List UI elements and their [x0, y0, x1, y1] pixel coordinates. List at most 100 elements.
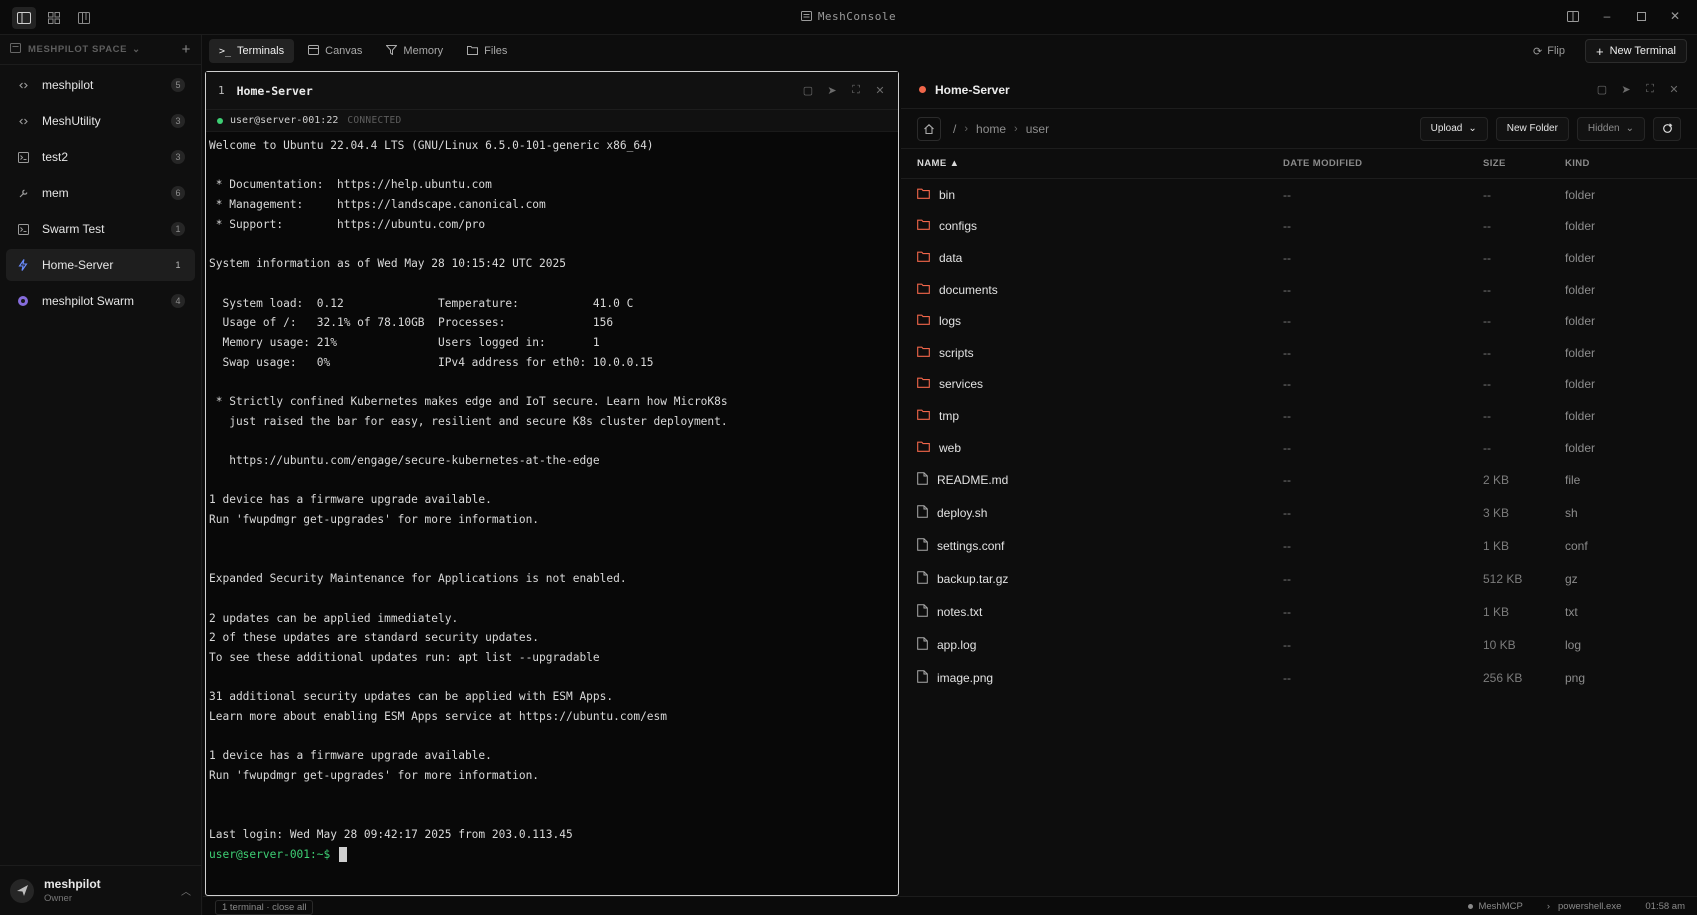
breadcrumb-item[interactable]: home — [976, 122, 1006, 136]
folder-icon — [917, 188, 930, 202]
tab-files[interactable]: Files — [457, 39, 517, 63]
table-row[interactable]: notes.txt -- 1 KB txt — [901, 595, 1697, 628]
tab-terminals[interactable]: >_ Terminals — [209, 39, 295, 63]
send-icon — [16, 885, 28, 896]
terminal-output[interactable]: Welcome to Ubuntu 22.04.4 LTS (GNU/Linux… — [206, 132, 898, 868]
file-name: logs — [939, 314, 962, 329]
file-name: image.png — [937, 670, 994, 685]
terminal-line: Swap usage: 0% IPv4 address for eth0: 10… — [209, 355, 654, 369]
close-icon[interactable]: ✕ — [1668, 83, 1680, 96]
file-size: -- — [1483, 314, 1491, 329]
file-name: README.md — [937, 472, 1009, 487]
close-window-icon[interactable]: ✕ — [1667, 8, 1683, 24]
title-bar: MeshConsole – ✕ — [0, 0, 1697, 35]
file-date: -- — [1283, 571, 1291, 586]
refresh-button[interactable] — [1653, 116, 1681, 141]
hidden-label: Hidden — [1587, 123, 1620, 134]
file-icon — [917, 538, 928, 554]
table-row[interactable]: configs -- -- folder — [901, 211, 1697, 243]
sidebar-item-mem[interactable]: mem 6 — [6, 177, 195, 209]
tab-memory[interactable]: Memory — [376, 39, 453, 63]
file-toolbar: / › home › user Upload ⌄ New Folder Hidden ⌄ — [901, 109, 1697, 149]
text-cursor — [339, 847, 347, 863]
home-button[interactable] — [917, 116, 941, 141]
file-kind: log — [1565, 637, 1582, 652]
folder-icon — [917, 219, 930, 233]
sidebar-item-meshpilot-swarm[interactable]: meshpilot Swarm 4 — [6, 285, 195, 317]
minimize-icon[interactable]: – — [1599, 8, 1615, 24]
file-kind: sh — [1565, 505, 1578, 520]
table-row[interactable]: tmp -- -- folder — [901, 400, 1697, 432]
file-date: -- — [1283, 472, 1291, 487]
table-row[interactable]: documents -- -- folder — [901, 274, 1697, 306]
table-row[interactable]: app.log -- 10 KB log — [901, 628, 1697, 661]
table-row[interactable]: data -- -- folder — [901, 242, 1697, 274]
table-row[interactable]: settings.conf -- 1 KB conf — [901, 529, 1697, 562]
new-folder-button[interactable]: New Folder — [1495, 116, 1569, 141]
count-badge: 1 — [175, 260, 181, 270]
sidebar-item-meshpilot[interactable]: meshpilot 5 — [6, 69, 195, 101]
split-view-icon[interactable] — [1565, 8, 1581, 24]
upload-button[interactable]: Upload ⌄ — [1419, 116, 1488, 141]
space-label: MESHPILOT SPACE — [28, 44, 128, 55]
file-kind: folder — [1565, 314, 1596, 329]
kind-column-header[interactable]: KIND — [1565, 158, 1665, 169]
send-icon[interactable]: ➤ — [826, 84, 838, 97]
expand-icon[interactable]: ⛶ — [850, 84, 862, 97]
expand-icon[interactable]: ⛶ — [1644, 83, 1656, 96]
tab-canvas[interactable]: Canvas — [298, 39, 372, 63]
terminal-prompt-line[interactable]: user@server-001:~$ — [209, 845, 895, 865]
table-row[interactable]: logs -- -- folder — [901, 305, 1697, 337]
sidebar-item-home-server[interactable]: Home-Server 1 — [6, 249, 195, 281]
mcp-status: MeshMCP — [1468, 901, 1523, 912]
table-row[interactable]: scripts -- -- folder — [901, 337, 1697, 369]
new-terminal-button[interactable]: + New Terminal — [1584, 39, 1687, 63]
breadcrumb-item[interactable]: / — [953, 122, 956, 136]
date-column-header[interactable]: DATE MODIFIED — [1283, 158, 1483, 169]
send-icon[interactable]: ➤ — [1620, 83, 1632, 96]
user-menu[interactable]: meshpilot Owner ︿ — [0, 865, 201, 915]
table-row[interactable]: web -- -- folder — [901, 432, 1697, 464]
table-row[interactable]: backup.tar.gz -- 512 KB gz — [901, 562, 1697, 595]
file-name: notes.txt — [937, 604, 983, 619]
size-column-header[interactable]: SIZE — [1483, 158, 1565, 169]
square-icon[interactable]: ▢ — [1596, 83, 1608, 96]
file-date: -- — [1283, 670, 1291, 685]
file-kind: folder — [1565, 345, 1596, 360]
flip-button[interactable]: ⟳ Flip — [1525, 39, 1573, 63]
table-row[interactable]: services -- -- folder — [901, 369, 1697, 401]
file-date: -- — [1283, 538, 1291, 553]
table-row[interactable]: image.png -- 256 KB png — [901, 661, 1697, 694]
terminal-line: 1 device has a firmware upgrade availabl… — [209, 493, 492, 507]
link-icon — [16, 80, 30, 91]
file-name: configs — [939, 219, 978, 234]
file-size: -- — [1483, 408, 1491, 423]
breadcrumb-item[interactable]: user — [1026, 122, 1049, 136]
terminal-line: Run 'fwupdmgr get-upgrades' for more inf… — [209, 769, 540, 782]
maximize-icon[interactable] — [1633, 8, 1649, 24]
folder-icon — [917, 441, 930, 455]
file-size: 3 KB — [1483, 505, 1510, 520]
file-icon — [917, 505, 928, 521]
table-row[interactable]: README.md -- 2 KB file — [901, 463, 1697, 496]
terminal-count[interactable]: 1 terminal · close all — [215, 900, 314, 915]
square-icon[interactable]: ▢ — [802, 84, 814, 97]
add-item-icon[interactable]: + — [182, 41, 191, 58]
sidebar-item-meshutility[interactable]: MeshUtility 3 — [6, 105, 195, 137]
name-column-header[interactable]: NAME ▲ — [901, 158, 1283, 169]
sidebar-item-swarm-test[interactable]: Swarm Test 1 — [6, 213, 195, 245]
close-icon[interactable]: ✕ — [874, 84, 886, 97]
sidebar-item-test2[interactable]: test2 3 — [6, 141, 195, 173]
folder-icon — [917, 314, 930, 328]
table-row[interactable]: bin -- -- folder — [901, 179, 1697, 211]
hidden-files-toggle[interactable]: Hidden ⌄ — [1576, 116, 1645, 141]
terminal-line: Welcome to Ubuntu 22.04.4 LTS (GNU/Linux… — [209, 139, 654, 152]
table-row[interactable]: deploy.sh -- 3 KB sh — [901, 496, 1697, 529]
window-icon — [800, 10, 812, 24]
space-header[interactable]: MESHPILOT SPACE ⌄ + — [0, 35, 201, 65]
avatar — [10, 878, 34, 903]
